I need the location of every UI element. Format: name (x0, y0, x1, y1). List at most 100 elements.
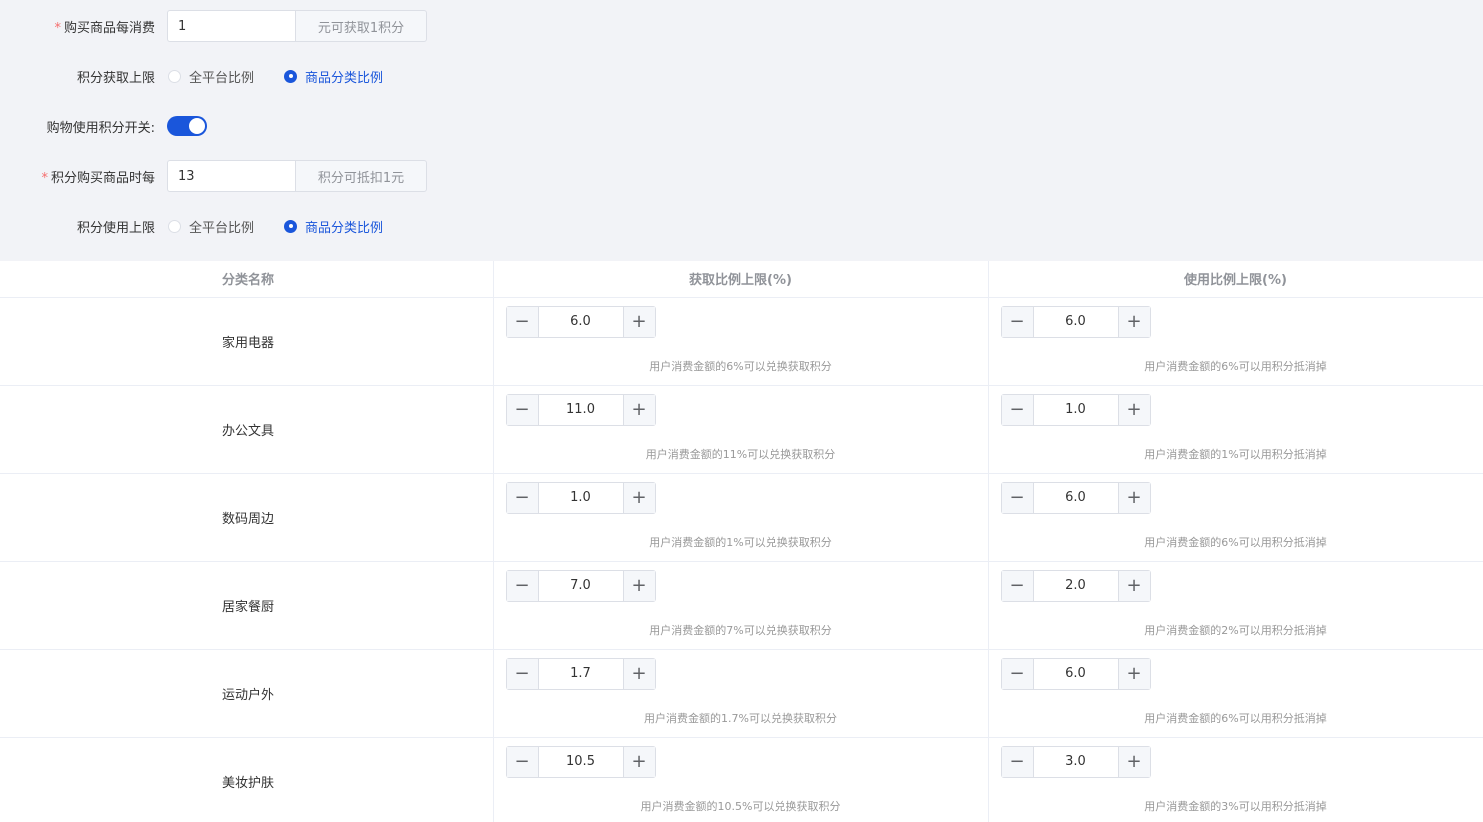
use-rate-suffix: 积分可抵扣1元 (295, 160, 427, 192)
use-limit-cell: − 6.0 + 用户消费金额的6%可以用积分抵消掉 (988, 297, 1483, 386)
table-row: 家用电器 − 6.0 + 用户消费金额的6%可以兑换获取积分 − 6.0 + 用… (0, 297, 1483, 386)
minus-button[interactable]: − (1001, 658, 1034, 689)
radio-circle-icon (168, 69, 181, 83)
plus-button[interactable]: + (1117, 570, 1150, 601)
use-limit-value[interactable]: 6.0 (1034, 307, 1118, 337)
plus-button[interactable]: + (622, 306, 655, 337)
use-limit-stepper: − 6.0 + (1000, 305, 1151, 338)
minus-button[interactable]: − (506, 746, 539, 777)
earn-limit-stepper: − 10.5 + (505, 745, 656, 778)
plus-button[interactable]: + (622, 658, 655, 689)
earn-limit-value[interactable]: 1.0 (539, 483, 623, 513)
category-name: 美妆护肤 (0, 737, 494, 822)
earn-limit-cell: − 6.0 + 用户消费金额的6%可以兑换获取积分 (493, 297, 989, 386)
earn-rate-input[interactable]: 1 (167, 10, 295, 42)
use-rate-row: * 积分购买商品时每 13 积分可抵扣1元 (0, 160, 427, 192)
toggle-knob (189, 118, 205, 134)
use-limit-hint: 用户消费金额的1%可以用积分抵消掉 (1144, 447, 1327, 461)
earn-limit-hint: 用户消费金额的11%可以兑换获取积分 (645, 447, 836, 461)
use-limit-stepper: − 1.0 + (1000, 393, 1151, 426)
use-rate-label: * 积分购买商品时每 (41, 170, 155, 186)
plus-button[interactable]: + (1117, 394, 1150, 425)
use-limit-radio-platform[interactable]: 全平台比例 (168, 217, 254, 236)
use-switch-row: 购物使用积分开关: (0, 110, 207, 142)
required-mark: * (54, 20, 61, 36)
use-limit-cell: − 2.0 + 用户消费金额的2%可以用积分抵消掉 (988, 561, 1483, 650)
use-points-toggle[interactable] (167, 116, 207, 136)
use-limit-hint: 用户消费金额的3%可以用积分抵消掉 (1144, 799, 1327, 813)
category-name: 运动户外 (0, 649, 494, 738)
minus-button[interactable]: − (1001, 394, 1034, 425)
use-limit-value[interactable]: 6.0 (1034, 659, 1118, 689)
earn-limit-radio-category[interactable]: 商品分类比例 (284, 67, 383, 86)
earn-limit-row: 积分获取上限 全平台比例 商品分类比例 (0, 60, 413, 92)
earn-limit-value[interactable]: 6.0 (539, 307, 623, 337)
use-limit-cell: − 1.0 + 用户消费金额的1%可以用积分抵消掉 (988, 385, 1483, 474)
category-name: 办公文具 (0, 385, 494, 474)
use-limit-hint: 用户消费金额的2%可以用积分抵消掉 (1144, 623, 1327, 637)
plus-button[interactable]: + (1117, 482, 1150, 513)
table-row: 办公文具 − 11.0 + 用户消费金额的11%可以兑换获取积分 − 1.0 +… (0, 385, 1483, 474)
use-limit-row: 积分使用上限 全平台比例 商品分类比例 (0, 210, 413, 242)
minus-button[interactable]: − (1001, 746, 1034, 777)
use-limit-cell: − 6.0 + 用户消费金额的6%可以用积分抵消掉 (988, 473, 1483, 562)
minus-button[interactable]: − (1001, 570, 1034, 601)
plus-button[interactable]: + (1117, 746, 1150, 777)
earn-limit-hint: 用户消费金额的10.5%可以兑换获取积分 (640, 799, 841, 813)
table-row: 居家餐厨 − 7.0 + 用户消费金额的7%可以兑换获取积分 − 2.0 + 用… (0, 561, 1483, 650)
earn-limit-radio-platform[interactable]: 全平台比例 (168, 67, 254, 86)
required-mark: * (41, 170, 48, 186)
plus-button[interactable]: + (622, 394, 655, 425)
use-limit-value[interactable]: 2.0 (1034, 571, 1118, 601)
column-header-category: 分类名称 (0, 261, 494, 298)
earn-rate-row: * 购买商品每消费 1 元可获取1积分 (0, 10, 427, 42)
earn-rate-input-group: 1 元可获取1积分 (167, 10, 427, 42)
earn-limit-value[interactable]: 11.0 (539, 395, 623, 425)
earn-limit-value[interactable]: 10.5 (539, 747, 623, 777)
earn-rate-suffix: 元可获取1积分 (295, 10, 427, 42)
use-limit-stepper: − 3.0 + (1000, 745, 1151, 778)
earn-limit-hint: 用户消费金额的6%可以兑换获取积分 (649, 359, 832, 373)
use-limit-cell: − 6.0 + 用户消费金额的6%可以用积分抵消掉 (988, 649, 1483, 738)
settings-form-panel: * 购买商品每消费 1 元可获取1积分 积分获取上限 全平台比例 商品分类比例 购… (0, 0, 1483, 261)
use-rate-input-group: 13 积分可抵扣1元 (167, 160, 427, 192)
earn-limit-stepper: − 1.7 + (505, 657, 656, 690)
earn-limit-value[interactable]: 7.0 (539, 571, 623, 601)
earn-limit-cell: − 10.5 + 用户消费金额的10.5%可以兑换获取积分 (493, 737, 989, 822)
use-limit-cell: − 3.0 + 用户消费金额的3%可以用积分抵消掉 (988, 737, 1483, 822)
earn-limit-value[interactable]: 1.7 (539, 659, 623, 689)
radio-circle-icon (284, 219, 298, 233)
minus-button[interactable]: − (506, 394, 539, 425)
use-limit-value[interactable]: 1.0 (1034, 395, 1118, 425)
minus-button[interactable]: − (506, 306, 539, 337)
earn-limit-label: 积分获取上限 (76, 70, 155, 86)
use-limit-hint: 用户消费金额的6%可以用积分抵消掉 (1144, 711, 1327, 725)
minus-button[interactable]: − (506, 482, 539, 513)
minus-button[interactable]: − (1001, 306, 1034, 337)
earn-limit-hint: 用户消费金额的7%可以兑换获取积分 (649, 623, 832, 637)
category-name: 居家餐厨 (0, 561, 494, 650)
use-limit-stepper: − 6.0 + (1000, 481, 1151, 514)
minus-button[interactable]: − (506, 570, 539, 601)
minus-button[interactable]: − (506, 658, 539, 689)
earn-limit-stepper: − 11.0 + (505, 393, 656, 426)
minus-button[interactable]: − (1001, 482, 1034, 513)
use-limit-radio-category[interactable]: 商品分类比例 (284, 217, 383, 236)
use-limit-value[interactable]: 6.0 (1034, 483, 1118, 513)
plus-button[interactable]: + (622, 746, 655, 777)
category-ratio-table: 分类名称 获取比例上限(%) 使用比例上限(%) 家用电器 − 6.0 + 用户… (0, 261, 1483, 822)
table-row: 运动户外 − 1.7 + 用户消费金额的1.7%可以兑换获取积分 − 6.0 +… (0, 649, 1483, 738)
earn-limit-cell: − 7.0 + 用户消费金额的7%可以兑换获取积分 (493, 561, 989, 650)
earn-limit-cell: − 1.7 + 用户消费金额的1.7%可以兑换获取积分 (493, 649, 989, 738)
use-rate-input[interactable]: 13 (167, 160, 295, 192)
earn-limit-hint: 用户消费金额的1%可以兑换获取积分 (649, 535, 832, 549)
use-limit-value[interactable]: 3.0 (1034, 747, 1118, 777)
use-switch-label: 购物使用积分开关: (46, 120, 155, 136)
plus-button[interactable]: + (1117, 658, 1150, 689)
plus-button[interactable]: + (622, 570, 655, 601)
plus-button[interactable]: + (622, 482, 655, 513)
plus-button[interactable]: + (1117, 306, 1150, 337)
earn-limit-stepper: − 7.0 + (505, 569, 656, 602)
use-limit-stepper: − 6.0 + (1000, 657, 1151, 690)
table-row: 数码周边 − 1.0 + 用户消费金额的1%可以兑换获取积分 − 6.0 + 用… (0, 473, 1483, 562)
